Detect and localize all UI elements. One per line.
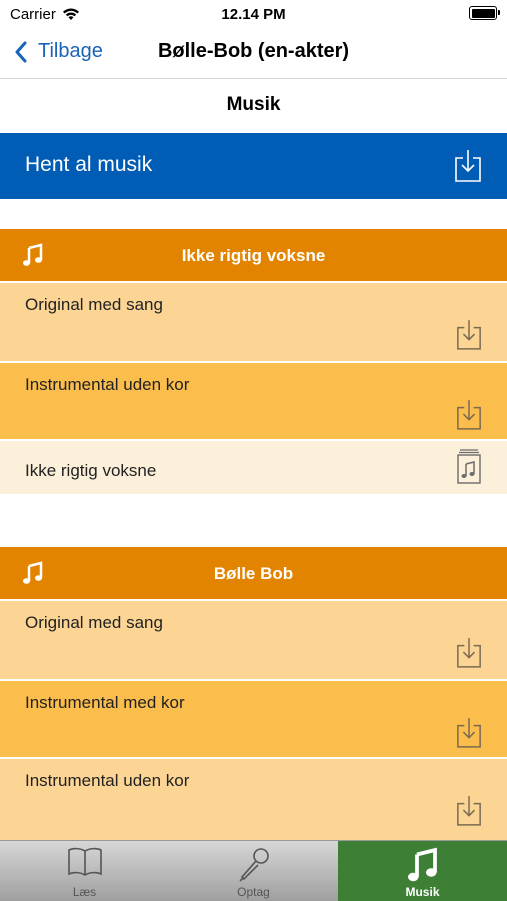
tab-bar: Læs Optag Musik [0,840,507,901]
download-icon[interactable] [456,637,482,669]
download-icon[interactable] [456,717,482,749]
microphone-icon [238,848,269,882]
track-label: Original med sang [25,295,163,314]
track-label: Instrumental uden kor [25,771,190,790]
download-icon [455,150,481,182]
group-header: Bølle Bob [0,547,507,599]
track-label: Original med sang [25,613,163,632]
group-header: Ikke rigtig voksne [0,229,507,281]
status-time: 12.14 PM [221,6,286,23]
tab-label: Optag [237,885,270,899]
tab-laes[interactable]: Læs [0,841,169,901]
tab-optag[interactable]: Optag [169,841,338,901]
sheet-music-icon[interactable] [456,449,482,485]
track-label: Instrumental med kor [25,693,185,712]
track-label: Ikke rigtig voksne [25,461,157,480]
download-icon[interactable] [456,399,482,431]
list-item[interactable]: Instrumental med kor [0,679,507,757]
tab-musik[interactable]: Musik [338,841,507,901]
group-title: Bølle Bob [213,564,294,583]
section-title: Musik [226,94,281,115]
list-item[interactable]: Original med sang [0,599,507,679]
battery-icon [469,6,500,20]
track-label: Instrumental uden kor [25,375,190,394]
download-icon[interactable] [456,795,482,827]
download-all-label: Hent al musik [25,153,153,176]
music-note-icon [407,847,437,882]
navigation-bar: Tilbage Bølle-Bob (en-akter) [0,30,507,79]
download-icon[interactable] [456,319,482,351]
list-item[interactable]: Instrumental uden kor [0,757,507,840]
tab-label: Læs [72,885,97,899]
download-all-button[interactable]: Hent al musik [0,133,507,199]
group-title: Ikke rigtig voksne [181,246,326,265]
status-bar: Carrier 12.14 PM [0,0,507,30]
page-title: Bølle-Bob (en-akter) [157,40,350,62]
tab-label: Musik [405,885,440,899]
book-icon [67,847,102,876]
list-item[interactable]: Instrumental uden kor [0,361,507,439]
list-item[interactable]: Ikke rigtig voksne [0,439,507,494]
list-item[interactable]: Original med sang [0,281,507,361]
